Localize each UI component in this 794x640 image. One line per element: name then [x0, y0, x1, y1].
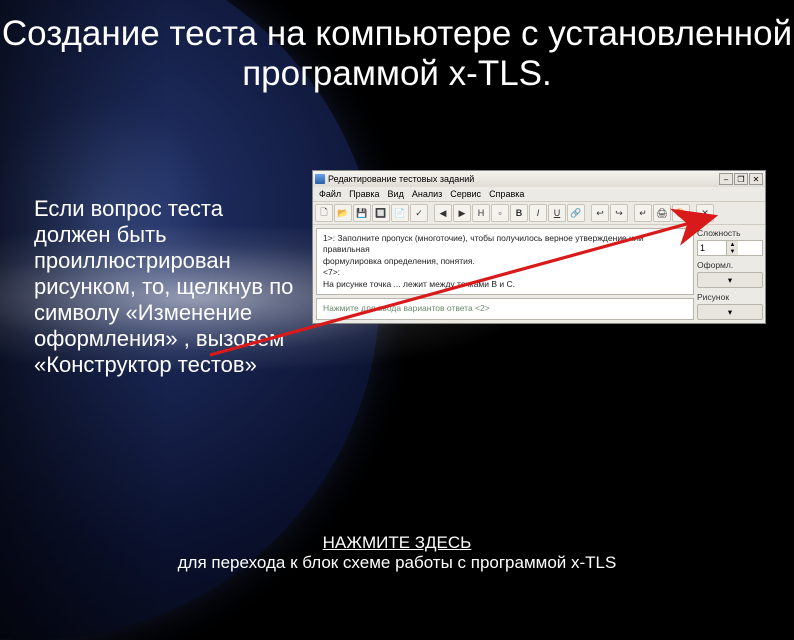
link-icon[interactable]: 🔗 — [567, 204, 585, 222]
spin-down-icon[interactable]: ▼ — [726, 248, 738, 255]
box2-icon[interactable]: ▫ — [491, 204, 509, 222]
format-label: Оформл. — [697, 260, 763, 270]
print-icon[interactable]: 🖨 — [653, 204, 671, 222]
menu-service[interactable]: Сервис — [450, 189, 481, 199]
undo-icon[interactable]: ↩ — [591, 204, 609, 222]
toolbar: 🗋 📂 💾 🔲 📄 ✓ ◀ ▶ H ▫ B I U 🔗 ↩ ↪ ↵ 🖨 🎨 ✕ — [313, 201, 765, 225]
menu-view[interactable]: Вид — [388, 189, 404, 199]
question-panel[interactable]: 1>: Заполните пропуск (многоточие), чтоб… — [316, 228, 694, 295]
save-icon[interactable]: 💾 — [353, 204, 371, 222]
slide-title: Создание теста на компьютере с установле… — [0, 14, 794, 95]
difficulty-spinner[interactable]: ▲ ▼ — [697, 240, 763, 256]
h-icon[interactable]: H — [472, 204, 490, 222]
question-line1: 1>: Заполните пропуск (многоточие), чтоб… — [323, 233, 687, 256]
return-icon[interactable]: ↵ — [634, 204, 652, 222]
menubar: Файл Правка Вид Анализ Сервис Справка — [313, 187, 765, 201]
answers-panel[interactable]: Нажмите для ввода вариантов ответа <2> — [316, 298, 694, 319]
new-icon[interactable]: 🗋 — [315, 204, 333, 222]
close-button[interactable]: ✕ — [749, 173, 763, 185]
open-icon[interactable]: 📂 — [334, 204, 352, 222]
answers-hint: Нажмите для ввода вариантов ответа <2> — [323, 303, 490, 313]
maximize-button[interactable]: ❐ — [734, 173, 748, 185]
footer: НАЖМИТЕ ЗДЕСЬ для перехода к блок схеме … — [0, 533, 794, 573]
redo-icon[interactable]: ↪ — [610, 204, 628, 222]
spin-up-icon[interactable]: ▲ — [726, 241, 738, 248]
slide: Создание теста на компьютере с установле… — [0, 0, 794, 595]
image-label: Рисунок — [697, 292, 763, 302]
question-line3: <7>: — [323, 267, 687, 278]
app-icon — [315, 174, 325, 184]
question-line4: На рисунке точка ... лежит между точками… — [323, 279, 687, 290]
check-icon[interactable]: ✓ — [410, 204, 428, 222]
editor-titlebar: Редактирование тестовых заданий – ❐ ✕ — [313, 171, 765, 187]
prev-icon[interactable]: ◀ — [434, 204, 452, 222]
footer-link[interactable]: НАЖМИТЕ ЗДЕСЬ — [323, 533, 472, 552]
window-title: Редактирование тестовых заданий — [328, 174, 474, 184]
palette-icon[interactable]: 🎨 — [672, 204, 690, 222]
body-paragraph: Если вопрос теста должен быть проиллюстр… — [34, 196, 294, 378]
next-icon[interactable]: ▶ — [453, 204, 471, 222]
italic-icon[interactable]: I — [529, 204, 547, 222]
box-icon[interactable]: 🔲 — [372, 204, 390, 222]
editor-window: Редактирование тестовых заданий – ❐ ✕ Фа… — [312, 170, 766, 324]
footer-text: для перехода к блок схеме работы с прогр… — [178, 553, 617, 572]
minimize-button[interactable]: – — [719, 173, 733, 185]
menu-edit[interactable]: Правка — [349, 189, 379, 199]
menu-file[interactable]: Файл — [319, 189, 341, 199]
menu-analysis[interactable]: Анализ — [412, 189, 442, 199]
difficulty-input[interactable] — [698, 243, 726, 253]
difficulty-label: Сложность — [697, 228, 763, 238]
page-icon[interactable]: 📄 — [391, 204, 409, 222]
menu-help[interactable]: Справка — [489, 189, 524, 199]
format-button[interactable]: ▾ — [697, 272, 763, 288]
bold-icon[interactable]: B — [510, 204, 528, 222]
underline-icon[interactable]: U — [548, 204, 566, 222]
image-button[interactable]: ▾ — [697, 304, 763, 320]
delete-icon[interactable]: ✕ — [696, 204, 714, 222]
question-line2: формулировка определения, понятия. — [323, 256, 687, 267]
